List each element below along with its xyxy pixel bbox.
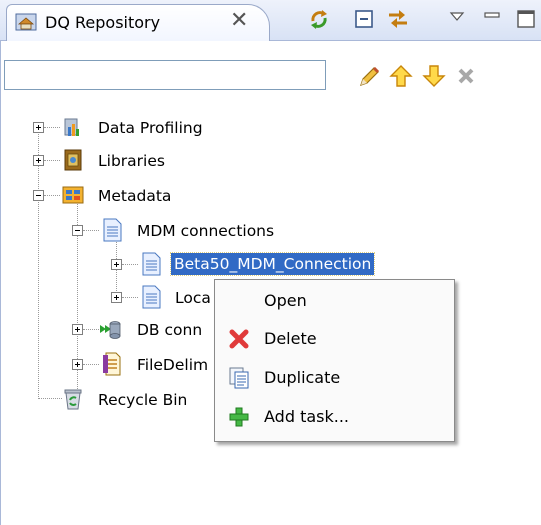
link-editor-icon[interactable] — [384, 5, 412, 33]
expand-icon[interactable] — [72, 359, 83, 370]
menu-item-duplicate[interactable]: Duplicate — [215, 361, 452, 395]
tree-item-label: Loca — [175, 289, 211, 307]
expand-icon[interactable] — [72, 324, 83, 335]
expand-icon[interactable] — [33, 122, 44, 133]
view-menu-icon[interactable] — [443, 5, 471, 33]
collapse-icon[interactable] — [33, 190, 44, 201]
add-icon — [227, 405, 251, 429]
tree-item-label: DB conn — [137, 321, 203, 339]
tree-item-label: Beta50_MDM_Connection — [169, 252, 376, 276]
document-icon — [101, 218, 123, 242]
menu-item-label: Open — [264, 291, 307, 310]
menu-item-open[interactable]: Open — [215, 284, 452, 318]
dq-repository-tab[interactable]: DQ Repository ✕ — [6, 4, 270, 41]
tree-item-label: MDM connections — [137, 222, 275, 240]
close-icon[interactable]: ✕ — [230, 8, 248, 34]
menu-item-label: Duplicate — [264, 368, 341, 387]
recycle-bin-icon — [62, 387, 84, 411]
tree-item-label: Data Profiling — [98, 119, 203, 137]
expand-icon[interactable] — [111, 259, 122, 270]
tree-item-label: Libraries — [98, 152, 165, 170]
tree-item-label: Recycle Bin — [98, 391, 188, 409]
view-tab-bar: DQ Repository ✕ — [0, 0, 541, 41]
tree-item-label: Metadata — [98, 187, 172, 205]
up-arrow-icon[interactable] — [387, 62, 415, 90]
libraries-icon — [62, 148, 84, 172]
minimize-icon[interactable] — [478, 5, 506, 33]
expand-icon[interactable] — [111, 292, 122, 303]
file-delimited-icon — [101, 352, 123, 376]
filter-input[interactable] — [4, 60, 326, 90]
tab-title: DQ Repository — [45, 13, 161, 32]
repository-icon — [15, 13, 37, 31]
menu-item-label: Delete — [264, 329, 317, 348]
maximize-icon[interactable] — [512, 5, 540, 33]
metadata-icon — [62, 183, 84, 207]
delete-icon — [227, 327, 251, 351]
collapse-icon[interactable] — [72, 225, 83, 236]
collapse-all-icon[interactable] — [350, 5, 378, 33]
pencil-icon[interactable] — [355, 62, 383, 90]
menu-item-delete[interactable]: Delete — [215, 322, 452, 356]
menu-item-add-task[interactable]: Add task... — [215, 400, 452, 434]
menu-item-label: Add task... — [264, 407, 349, 426]
duplicate-icon — [227, 366, 251, 390]
document-icon — [140, 252, 162, 276]
document-icon — [140, 285, 162, 309]
context-menu: Open Delete Duplicate Add task... — [214, 279, 455, 442]
remove-icon — [452, 62, 480, 90]
data-profiling-icon — [62, 115, 84, 139]
expand-icon[interactable] — [33, 155, 44, 166]
sync-icon[interactable] — [305, 5, 333, 33]
tree-item-label: FileDelim — [137, 356, 209, 374]
database-connection-icon — [99, 317, 121, 341]
down-arrow-icon[interactable] — [420, 62, 448, 90]
